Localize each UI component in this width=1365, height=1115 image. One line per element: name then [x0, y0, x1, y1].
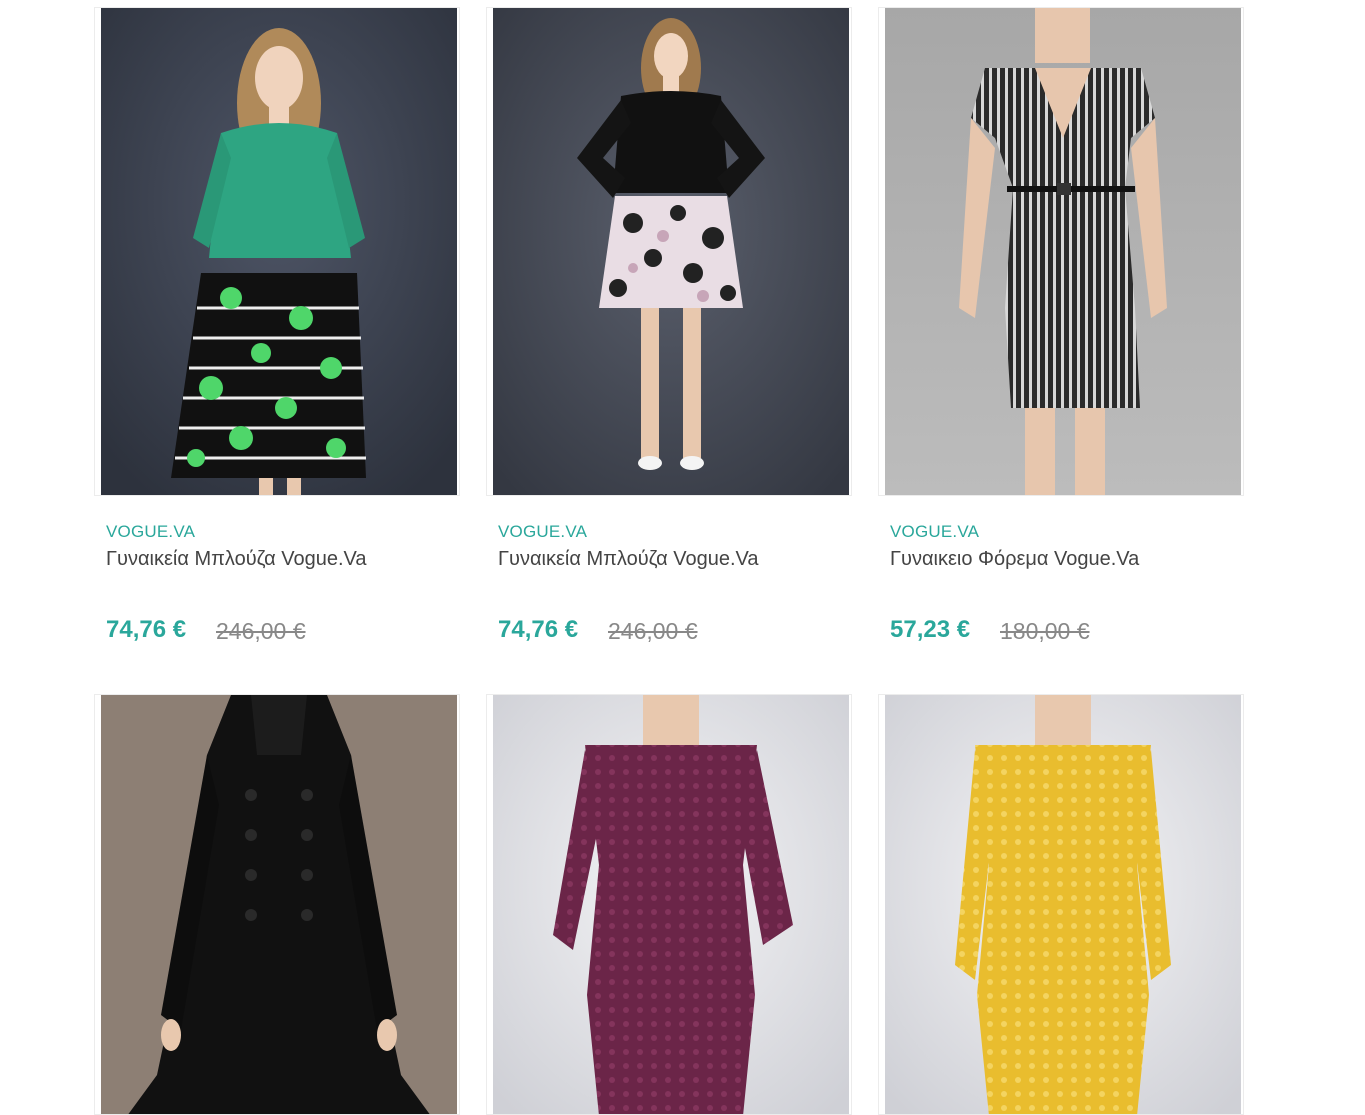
product-sale-price: 74,76 €: [498, 616, 579, 643]
product-photo-purple-lace-dress: [493, 695, 849, 1114]
product-image-link[interactable]: [94, 694, 460, 1115]
product-brand-link[interactable]: VOGUE.VA: [890, 522, 979, 542]
product-sale-price: 57,23 €: [890, 616, 971, 643]
product-photo-black-top-floral-skirt: [493, 8, 849, 495]
product-image-link[interactable]: [878, 694, 1244, 1115]
product-image-link[interactable]: [94, 7, 460, 496]
product-original-price: 246,00 €: [608, 618, 698, 644]
product-name-link[interactable]: Γυναικεία Μπλούζα Vogue.Va: [498, 548, 759, 571]
product-original-price: 180,00 €: [1000, 618, 1090, 644]
product-photo-black-coat: [101, 695, 457, 1114]
product-photo-yellow-lace-dress: [885, 695, 1241, 1114]
product-brand-link[interactable]: VOGUE.VA: [106, 522, 195, 542]
product-photo-green-sweater-skirt: [101, 8, 457, 495]
product-name-link[interactable]: Γυναικεία Μπλούζα Vogue.Va: [106, 548, 367, 571]
product-image-link[interactable]: [878, 7, 1244, 496]
product-original-price: 246,00 €: [216, 618, 306, 644]
product-photo-striped-dress: [885, 8, 1241, 495]
product-image-link[interactable]: [486, 694, 852, 1115]
product-sale-price: 74,76 €: [106, 616, 187, 643]
product-name-link[interactable]: Γυναικειο Φόρεμα Vogue.Va: [890, 548, 1139, 571]
product-image-link[interactable]: [486, 7, 852, 496]
product-brand-link[interactable]: VOGUE.VA: [498, 522, 587, 542]
